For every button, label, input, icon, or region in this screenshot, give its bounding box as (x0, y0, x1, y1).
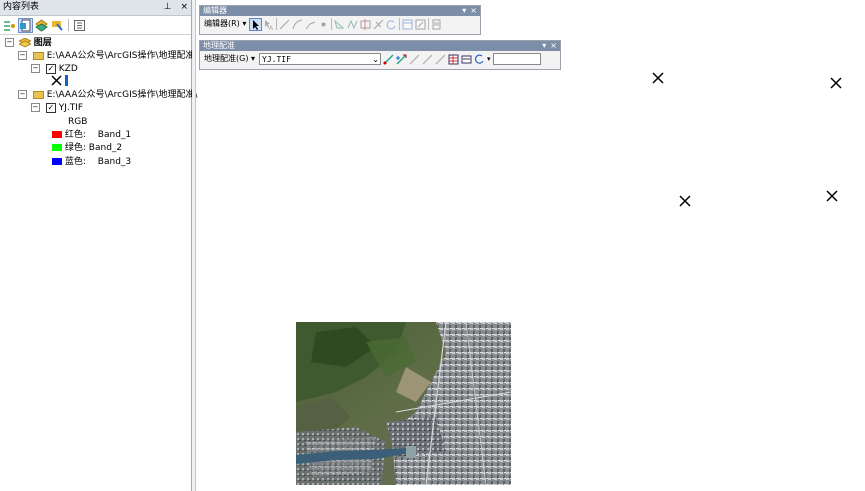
band-row-red: 红色: Band_1 (52, 129, 131, 142)
layers-icon (18, 37, 32, 47)
layers-root-row[interactable]: − 图层 (5, 37, 52, 50)
collapse-icon[interactable]: − (18, 51, 27, 60)
folder-icon (32, 51, 44, 60)
band-row-green: 绿色: Band_2 (52, 142, 122, 155)
control-point-marker-3[interactable] (678, 194, 692, 208)
source-folder-row[interactable]: − E:\AAA公众号\ArcGIS操作\地理配准 (18, 50, 195, 63)
source-folder-row[interactable]: − E:\AAA公众号\ArcGIS操作\地理配准\ (18, 89, 198, 102)
band-color-name: 红色: (64, 130, 86, 140)
layer-visibility-checkbox[interactable]: ✓ (45, 63, 56, 74)
layer-visibility-checkbox[interactable]: ✓ (45, 102, 56, 113)
band-row-blue: 蓝色: Band_3 (52, 156, 131, 169)
band-color-name: 蓝色: (64, 157, 86, 167)
red-swatch (52, 131, 62, 138)
layers-root-label: 图层 (33, 38, 52, 48)
list-by-drawing-order-icon[interactable] (3, 19, 16, 32)
blue-swatch (52, 158, 62, 165)
pin-icon[interactable]: ⊥ (164, 2, 172, 12)
folder-icon (32, 90, 44, 99)
pane-splitter[interactable] (192, 0, 196, 491)
band-color-name: 绿色: (64, 143, 86, 153)
layer-name: YJ.TIF (58, 103, 84, 113)
source-folder-path: E:\AAA公众号\ArcGIS操作\地理配准 (46, 51, 195, 61)
control-point-marker-4[interactable] (825, 189, 839, 203)
band-name: Band_3 (97, 157, 132, 167)
close-icon[interactable]: × (180, 2, 188, 12)
options-icon[interactable] (73, 19, 86, 32)
collapse-icon[interactable]: − (31, 64, 40, 73)
list-by-source-icon[interactable] (18, 17, 33, 33)
source-folder-path: E:\AAA公众号\ArcGIS操作\地理配准\ (46, 90, 198, 100)
kzd-symbol-row (50, 74, 72, 87)
table-of-contents-pane: 内容列表 ⊥ × − 图层 − E:\AAA公众号\ArcGIS操作\地理配准 … (0, 0, 198, 491)
toc-title: 内容列表 (3, 2, 40, 12)
satellite-raster-image (296, 322, 511, 485)
collapse-icon[interactable]: − (5, 38, 14, 47)
rgb-label-row: RGB (68, 116, 87, 129)
control-point-marker-2[interactable] (829, 76, 843, 90)
control-point-symbol-icon (51, 75, 68, 86)
layer-name: KZD (58, 64, 78, 74)
layer-row-yj-tif[interactable]: − ✓ YJ.TIF (31, 102, 83, 115)
band-name: Band_1 (97, 130, 132, 140)
collapse-icon[interactable]: − (31, 103, 40, 112)
toc-title-bar: 内容列表 ⊥ × (0, 0, 191, 16)
toc-toolbar (0, 16, 191, 35)
list-by-visibility-icon[interactable] (35, 18, 48, 32)
green-swatch (52, 144, 62, 151)
band-name: Band_2 (88, 143, 123, 153)
control-point-marker-1[interactable] (651, 71, 665, 85)
rgb-label: RGB (68, 117, 88, 127)
list-by-selection-icon[interactable] (51, 19, 64, 32)
collapse-icon[interactable]: − (18, 90, 27, 99)
